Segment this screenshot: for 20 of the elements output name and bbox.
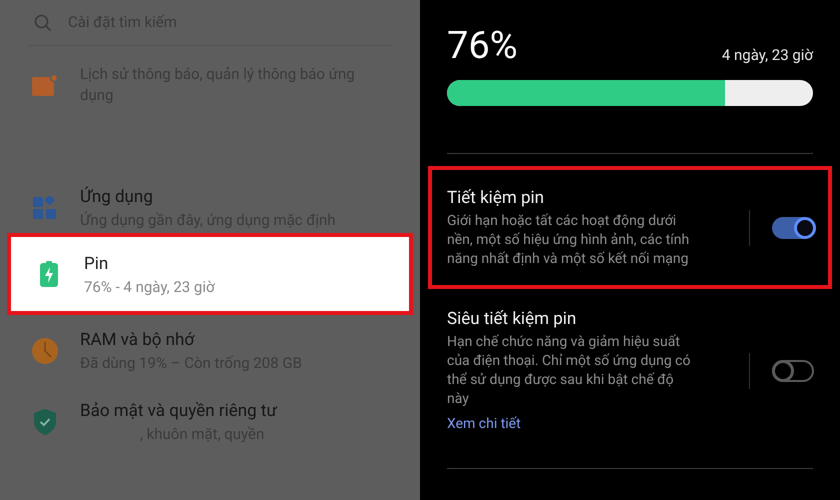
search-icon <box>34 14 52 32</box>
toggle-switch[interactable] <box>772 216 814 238</box>
item-subtitle: 76% - 4 ngày, 23 giờ <box>84 276 216 298</box>
mode-description: Hạn chế chức năng và giảm hiệu suất của điện thoại. Chỉ một số ứng dụng có thể sử dụng được sau khi bật chế độ này <box>447 333 692 409</box>
item-title: RAM và bộ nhớ <box>80 329 196 352</box>
item-title: Bảo mật và quyền riêng tư <box>80 400 278 423</box>
mode-description: Giới hạn hoặc tất các hoạt động dưới nền, một số hiệu ứng hình ảnh, các tính năng nhất định và một số kết nối mạng <box>447 212 690 269</box>
battery-percent: 76% <box>447 24 518 68</box>
toggle-switch[interactable] <box>772 360 814 382</box>
shield-check-icon <box>34 408 56 434</box>
item-title: Ứng dụng <box>80 186 154 209</box>
battery-charging-icon <box>40 261 58 287</box>
mode-title: Siêu tiết kiệm pin <box>447 308 578 331</box>
settings-item[interactable]: Pin 76% - 4 ngày, 23 giờ <box>7 233 413 315</box>
details-link[interactable]: Xem chi tiết <box>447 415 727 434</box>
item-title: Pin <box>84 252 110 276</box>
time-remaining: 4 ngày, 23 giờ <box>722 44 813 66</box>
apps-grid-icon <box>33 196 57 220</box>
notification-icon <box>32 74 58 96</box>
mode-title: Tiết kiệm pin <box>447 187 546 210</box>
